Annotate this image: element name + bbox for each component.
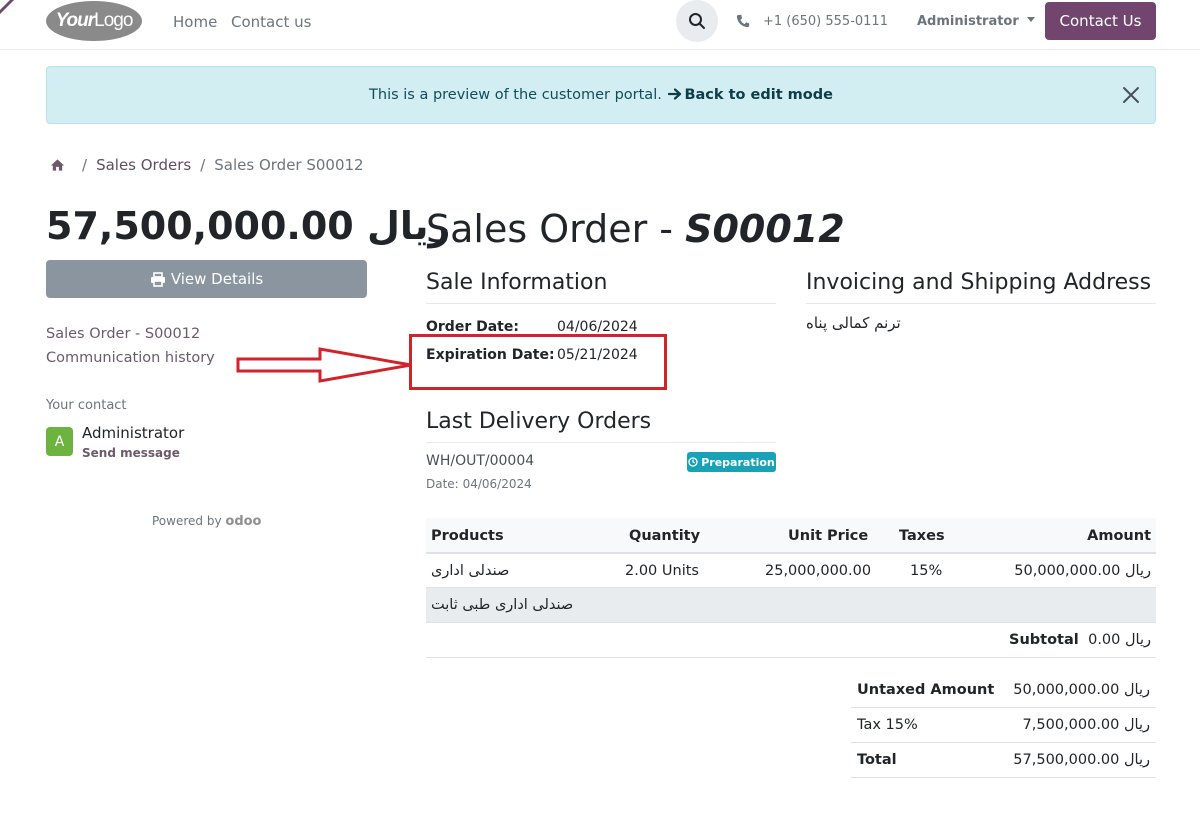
arrow-right-icon [668,88,682,100]
subtotal-row: Subtotal 0.00 ریال [426,623,1156,658]
top-navbar: Your Logo Home Contact us +1 (650) 555-01… [0,0,1200,50]
cell-amount: 50,000,000.00 ریال [1014,563,1151,579]
tax-row: Tax 15% 7,500,000.00 ریال [851,708,1156,743]
customer-address-name: ترنم کمالی پناه [806,314,901,332]
section-row: صندلی اداری طبی ثابت [426,588,1156,623]
delivery-order-link[interactable]: WH/OUT/00004 [426,453,534,469]
contact-us-button[interactable]: Contact Us [1045,2,1156,40]
contact-name: Administrator [82,424,185,442]
odoo-logo[interactable]: odoo [225,514,261,529]
order-date-value: 04/06/2024 [557,319,638,335]
untaxed-amount-label: Untaxed Amount [857,682,995,698]
phone-number[interactable]: +1 (650) 555-0111 [763,14,888,29]
powered-by-label: Powered by [152,514,222,528]
delivery-date: Date: 04/06/2024 [426,477,532,491]
tax-label: Tax 15% [857,717,918,733]
alert-message: This is a preview of the customer portal… [369,87,662,103]
logo-text-logo: Logo [94,10,133,31]
home-icon[interactable] [50,158,65,172]
nav-home[interactable]: Home [173,13,217,31]
company-logo[interactable]: Your Logo [46,1,142,41]
total-row: Total 57,500,000.00 ریال [851,743,1156,778]
column-header-quantity: Quantity [629,528,701,544]
breadcrumb-separator: / [82,156,88,174]
breadcrumb-current: Sales Order S00012 [214,156,364,174]
untaxed-amount-value: 50,000,000.00 ریال [1013,682,1150,698]
breadcrumb-sales-orders[interactable]: Sales Orders [96,156,191,174]
clock-icon [688,457,698,467]
avatar: A [46,427,73,456]
table-row: صندلی اداری 2.00 Units 25,000,000.00 15%… [426,554,1156,588]
back-to-edit-link[interactable]: Back to edit mode [666,87,833,103]
expiration-date-label: Expiration Date: [426,347,555,363]
cell-taxes: 15% [910,563,943,579]
delivery-date-value: 04/06/2024 [462,477,532,491]
printer-icon [150,271,165,287]
search-button[interactable] [676,0,718,42]
phone-icon [736,14,750,28]
expiration-date-value: 05/21/2024 [557,347,638,363]
total-amount-display: 57,500,000.00 ریال [46,204,451,248]
subtotal-value: 0.00 ریال [1088,632,1151,648]
address-heading: Invoicing and Shipping Address [806,270,1156,304]
your-contact-label: Your contact [46,398,127,413]
logo-text-your: Your [55,10,96,31]
view-details-button[interactable]: View Details [46,260,367,298]
user-dropdown[interactable]: Administrator [917,14,1035,29]
status-badge: Preparation [687,452,776,472]
nav-contact-us[interactable]: Contact us [231,13,311,31]
chevron-down-icon [1026,17,1035,22]
sale-information-heading: Sale Information [426,270,776,304]
view-details-label: View Details [170,270,264,288]
link-communication-history[interactable]: Communication history [46,350,215,366]
page-title: Sales Order - S00012 [426,207,845,251]
powered-by: Powered by odoo [152,514,262,529]
close-icon[interactable] [1121,85,1141,105]
section-title: صندلی اداری طبی ثابت [431,597,574,613]
cell-unit-price: 25,000,000.00 [765,563,872,579]
breadcrumb-separator: / [200,156,206,174]
status-badge-label: Preparation [701,455,775,469]
delivery-orders-heading: Last Delivery Orders [426,409,776,443]
order-number: S00012 [685,207,845,251]
total-label: Total [857,752,897,768]
total-value: 57,500,000.00 ریال [1013,752,1150,768]
column-header-amount: Amount [1087,528,1151,544]
annotation-arrow [236,347,412,383]
title-prefix: Sales Order - [426,207,686,251]
breadcrumb: / Sales Orders / Sales Order S00012 [50,156,364,174]
cell-quantity: 2.00 Units [625,563,699,579]
column-header-products: Products [431,528,504,544]
table-header: Products Quantity Unit Price Taxes Amoun… [426,518,1156,554]
search-icon [689,13,705,29]
preview-alert: This is a preview of the customer portal… [46,66,1156,124]
column-header-taxes: Taxes [899,528,945,544]
tax-value: 7,500,000.00 ریال [1022,717,1150,733]
corner-mark-inner [0,0,10,10]
order-date-label: Order Date: [426,319,519,335]
alert-content: This is a preview of the customer portal… [47,87,1155,103]
user-name: Administrator [917,14,1019,29]
send-message-link[interactable]: Send message [82,446,180,460]
untaxed-amount-row: Untaxed Amount 50,000,000.00 ریال [851,673,1156,708]
cell-product: صندلی اداری [431,563,510,579]
back-to-edit-label: Back to edit mode [684,87,833,103]
subtotal-label: Subtotal [1009,632,1079,648]
delivery-date-label: Date: [426,477,459,491]
link-sales-order[interactable]: Sales Order - S00012 [46,326,200,342]
column-header-unit-price: Unit Price [788,528,869,544]
